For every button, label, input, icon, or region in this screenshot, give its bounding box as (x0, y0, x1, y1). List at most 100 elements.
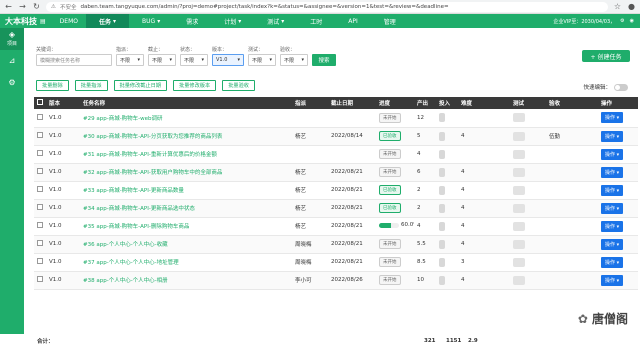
state-value: 不限 (184, 57, 195, 64)
row-checkbox[interactable] (37, 186, 43, 192)
row-action-button[interactable]: 操作 ▾ (601, 148, 624, 160)
row-action-button[interactable]: 操作 ▾ (601, 220, 624, 232)
cell-assignee[interactable]: 李小可 (292, 271, 328, 289)
menu-icon[interactable]: ▤ (40, 18, 46, 25)
sidebar-item-project[interactable]: ◈ 项目 (0, 28, 24, 50)
row-checkbox[interactable] (37, 276, 43, 282)
menu-test[interactable]: 测试 ▾ (254, 14, 297, 28)
cell-assignee[interactable]: 周晓梅 (292, 253, 328, 271)
task-name-link[interactable]: #33 app-商城-购物车-API-更新商品数量 (80, 181, 292, 199)
col-assignee[interactable]: 指派 (292, 97, 328, 109)
row-action-button[interactable]: 操作 ▾ (601, 130, 624, 142)
bookmark-icon[interactable]: ☆ (613, 2, 622, 11)
cell-assignee[interactable]: 杨艺 (292, 163, 328, 181)
row-checkbox[interactable] (37, 113, 43, 120)
batch-deadline-button[interactable]: 批量修改截止日期 (113, 80, 168, 91)
assignee-select[interactable]: 不限 ▾ (116, 54, 144, 66)
profile-icon[interactable]: ● (627, 2, 636, 11)
row-checkbox[interactable] (37, 240, 43, 246)
menu-plan[interactable]: 计划 ▾ (211, 14, 254, 28)
cell-assignee[interactable] (292, 145, 328, 163)
menu-requirement[interactable]: 需求 (173, 14, 211, 28)
task-name-link[interactable]: #37 app-个人中心-个人中心-地址管理 (80, 253, 292, 271)
row-checkbox[interactable] (37, 132, 43, 138)
review-select[interactable]: 不限 ▾ (280, 54, 308, 66)
task-name-link[interactable]: #32 app-商城-购物车-API-获取用户购物车中的全部商品 (80, 163, 292, 181)
row-action-button[interactable]: 操作 ▾ (601, 238, 624, 250)
select-all-checkbox[interactable] (37, 99, 43, 105)
menu-admin[interactable]: 管理 (371, 14, 409, 28)
cell-deadline[interactable] (328, 109, 376, 127)
sidebar-item-chart[interactable]: ⊿ (0, 50, 24, 72)
cell-assignee[interactable] (292, 109, 328, 127)
cell-deadline[interactable] (328, 145, 376, 163)
brand[interactable]: 大本科技 ▤ (0, 16, 52, 27)
row-action-button[interactable]: 操作 ▾ (601, 274, 624, 286)
row-action-button[interactable]: 操作 ▾ (601, 112, 624, 124)
row-checkbox[interactable] (37, 258, 43, 264)
batch-version-button[interactable]: 批量修改版本 (173, 80, 217, 91)
row-checkbox[interactable] (37, 168, 43, 174)
task-name-link[interactable]: #31 app-商城-购物车-API-重新计算优惠后的价格金额 (80, 145, 292, 163)
cell-deadline[interactable]: 2022/08/21 (328, 235, 376, 253)
col-name[interactable]: 任务名称 (80, 97, 292, 109)
cell-deadline[interactable]: 2022/08/21 (328, 181, 376, 199)
col-deadline[interactable]: 截止日期 (328, 97, 376, 109)
cell-assignee[interactable]: 杨艺 (292, 199, 328, 217)
forward-icon[interactable]: → (18, 2, 27, 11)
cell-deadline[interactable]: 2022/08/26 (328, 271, 376, 289)
reload-icon[interactable]: ↻ (32, 2, 41, 11)
create-task-button[interactable]: + 创建任务 (582, 50, 630, 62)
col-difficulty[interactable]: 难度 (458, 97, 510, 109)
batch-accept-button[interactable]: 批量验收 (222, 80, 255, 91)
settings-icon[interactable]: ⚙ (620, 18, 624, 24)
cell-assignee[interactable]: 杨艺 (292, 181, 328, 199)
row-checkbox[interactable] (37, 222, 43, 228)
menu-task[interactable]: 任务 ▾ (85, 14, 130, 28)
user-avatar[interactable]: ◉ (630, 18, 634, 24)
batch-assign-button[interactable]: 批量指派 (74, 80, 108, 91)
col-progress[interactable]: 进度 (376, 97, 414, 109)
cell-assignee[interactable]: 周晓梅 (292, 235, 328, 253)
col-version[interactable]: 版本 (46, 97, 80, 109)
menu-api[interactable]: API (335, 14, 371, 28)
task-name-link[interactable]: #34 app-商城-购物车-API-更新商品选中状态 (80, 199, 292, 217)
cell-deadline[interactable]: 2022/08/21 (328, 217, 376, 235)
menu-worktime[interactable]: 工时 (297, 14, 335, 28)
task-name-link[interactable]: #29 app-商城-购物车-web调研 (80, 109, 292, 127)
col-input[interactable]: 投入 (436, 97, 458, 109)
col-accept[interactable]: 验收 (546, 97, 598, 109)
test-select[interactable]: 不限 ▾ (248, 54, 276, 66)
quick-edit-toggle[interactable] (614, 83, 628, 91)
col-output[interactable]: 产出 (414, 97, 436, 109)
task-name-link[interactable]: #38 app-个人中心-个人中心-相册 (80, 271, 292, 289)
state-select[interactable]: 不限 ▾ (180, 54, 208, 66)
cell-deadline[interactable]: 2022/08/21 (328, 163, 376, 181)
cell-deadline[interactable]: 2022/08/21 (328, 199, 376, 217)
col-test[interactable]: 测试 (510, 97, 546, 109)
row-checkbox[interactable] (37, 204, 43, 210)
deadline-select[interactable]: 不限 ▾ (148, 54, 176, 66)
cell-action: 操作 ▾ (598, 253, 638, 271)
cell-assignee[interactable]: 杨艺 (292, 217, 328, 235)
row-checkbox[interactable] (37, 150, 43, 156)
cell-assignee[interactable]: 杨艺 (292, 127, 328, 145)
version-select[interactable]: V1.0 ▾ (212, 54, 244, 66)
search-button[interactable]: 搜索 (312, 54, 336, 66)
batch-delete-button[interactable]: 批量删除 (36, 80, 69, 91)
row-action-button[interactable]: 操作 ▾ (601, 166, 624, 178)
task-name-link[interactable]: #36 app-个人中心-个人中心-收藏 (80, 235, 292, 253)
project-selector[interactable]: DEMO (52, 18, 86, 25)
back-icon[interactable]: ← (4, 2, 13, 11)
row-action-button[interactable]: 操作 ▾ (601, 202, 624, 214)
cell-deadline[interactable]: 2022/08/21 (328, 253, 376, 271)
task-name-link[interactable]: #35 app-商城-购物车-API-删除购物车商品 (80, 217, 292, 235)
sidebar-item-settings[interactable]: ⚙ (0, 72, 24, 94)
cell-deadline[interactable]: 2022/08/14 (328, 127, 376, 145)
menu-bug[interactable]: BUG ▾ (129, 14, 173, 28)
task-name-link[interactable]: #30 app-商城-购物车-API-分页获取为您推荐的商品列表 (80, 127, 292, 145)
keyword-input[interactable]: 模糊搜索任务名称 (36, 54, 112, 66)
row-action-button[interactable]: 操作 ▾ (601, 184, 624, 196)
address-bar[interactable]: ⚠ 不安全 daben.team.tangyuque.com/admin/?pr… (46, 1, 608, 12)
row-action-button[interactable]: 操作 ▾ (601, 256, 624, 268)
